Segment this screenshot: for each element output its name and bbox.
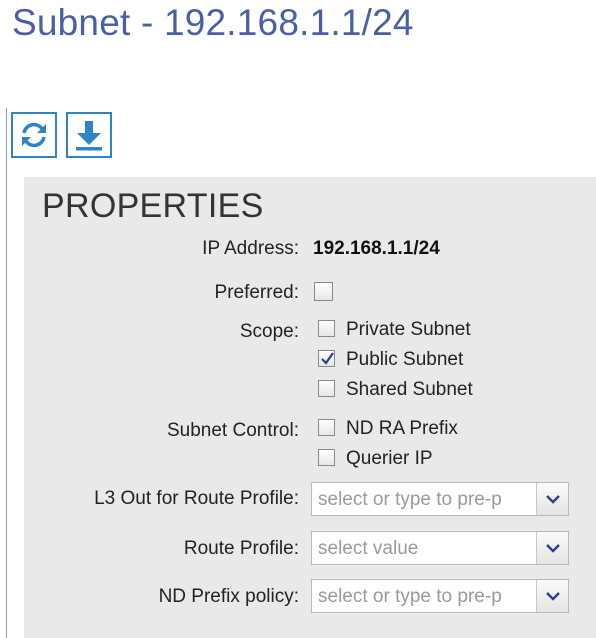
l3out-route-profile-input[interactable]: select or type to pre-p xyxy=(318,489,534,511)
properties-heading: PROPERTIES xyxy=(42,187,264,225)
chevron-down-icon xyxy=(545,592,560,601)
route-profile-select[interactable]: select value xyxy=(311,531,569,565)
refresh-button[interactable] xyxy=(11,112,57,158)
download-button[interactable] xyxy=(66,112,112,158)
nd-ra-prefix-checkbox[interactable] xyxy=(318,419,335,436)
download-icon xyxy=(72,118,106,152)
route-profile-dropdown-button[interactable] xyxy=(536,532,568,564)
chevron-down-icon xyxy=(545,544,560,553)
preferred-checkbox[interactable] xyxy=(314,282,333,301)
scope-public-subnet-label: Public Subnet xyxy=(346,349,464,370)
nd-prefix-policy-dropdown-button[interactable] xyxy=(536,580,568,612)
scope-public-subnet-checkbox[interactable] xyxy=(318,350,335,367)
properties-panel xyxy=(24,177,596,638)
scope-shared-subnet-checkbox[interactable] xyxy=(318,380,335,397)
checkmark-icon xyxy=(321,352,334,365)
nd-ra-prefix-label: ND RA Prefix xyxy=(346,418,458,439)
querier-ip-checkbox[interactable] xyxy=(318,449,335,466)
preferred-label: Preferred: xyxy=(214,282,299,303)
l3out-route-profile-combo[interactable]: select or type to pre-p xyxy=(311,482,569,516)
subnet-control-label: Subnet Control: xyxy=(166,420,299,441)
route-profile-label: Route Profile: xyxy=(183,538,299,559)
nd-prefix-policy-combo[interactable]: select or type to pre-p xyxy=(311,579,569,613)
ip-address-value: 192.168.1.1/24 xyxy=(313,238,440,259)
scope-private-subnet-checkbox[interactable] xyxy=(318,320,335,337)
scope-private-subnet-label: Private Subnet xyxy=(346,319,471,340)
route-profile-value[interactable]: select value xyxy=(318,538,534,560)
chevron-down-icon xyxy=(545,495,560,504)
refresh-icon xyxy=(17,118,51,152)
scope-label: Scope: xyxy=(239,321,299,342)
ip-address-label: IP Address: xyxy=(202,238,299,259)
vertical-divider xyxy=(6,108,7,638)
page-title: Subnet - 192.168.1.1/24 xyxy=(12,2,414,43)
nd-prefix-policy-label: ND Prefix policy: xyxy=(158,586,299,607)
nd-prefix-policy-input[interactable]: select or type to pre-p xyxy=(318,586,534,608)
l3out-route-profile-dropdown-button[interactable] xyxy=(536,483,568,515)
querier-ip-label: Querier IP xyxy=(346,448,433,469)
scope-shared-subnet-label: Shared Subnet xyxy=(346,379,473,400)
l3out-route-profile-label: L3 Out for Route Profile: xyxy=(94,488,299,509)
